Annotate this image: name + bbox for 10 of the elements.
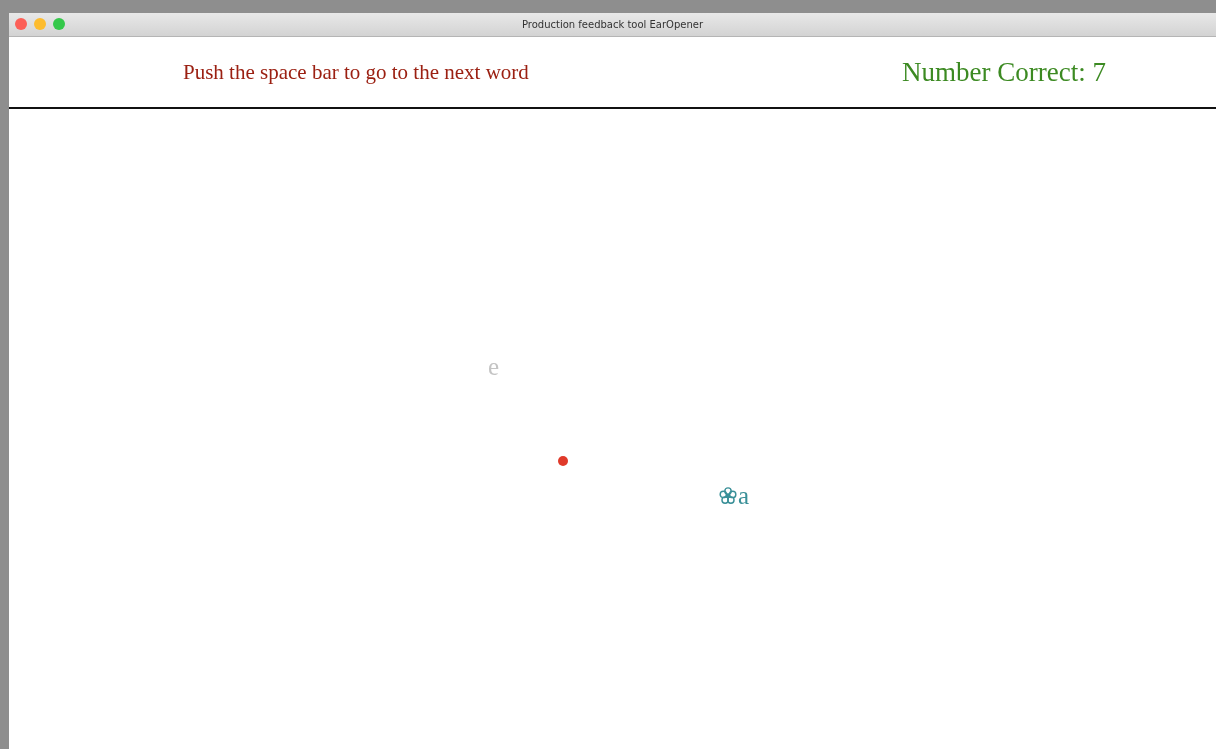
close-button[interactable] <box>15 18 27 30</box>
minimize-button[interactable] <box>34 18 46 30</box>
vowel-label: e <box>488 354 500 379</box>
window-title: Production feedback tool EarOpener <box>521 19 704 30</box>
score-text: Number Correct: 7 <box>902 56 1106 88</box>
vowel-label: a <box>738 483 750 508</box>
position-marker <box>558 456 568 466</box>
instruction-text: Push the space bar to go to the next word <box>183 59 529 85</box>
flower-icon <box>719 486 737 505</box>
zoom-button[interactable] <box>53 18 65 30</box>
